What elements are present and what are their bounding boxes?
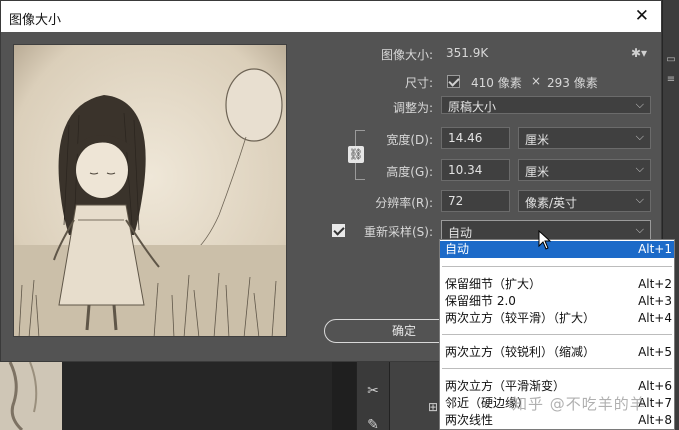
menu-item-preserve-details-2[interactable]: 保留细节 2.0 Alt+3 — [440, 293, 674, 310]
width-unit-select[interactable]: 厘米 ⌵ — [518, 127, 651, 149]
menu-item-label: 两次线性 — [445, 413, 494, 427]
menu-item-label: 两次立方（较平滑）（扩大） — [445, 311, 596, 325]
scissors-tool-icon[interactable]: ✂ — [362, 380, 384, 402]
editor-canvas-fragment — [0, 362, 62, 430]
chevron-down-icon: ⌵ — [635, 162, 644, 175]
resample-label: 重新采样(S): — [363, 225, 433, 239]
menu-item-auto[interactable]: 自动 Alt+1 — [440, 241, 674, 258]
height-unit-select[interactable]: 厘米 ⌵ — [518, 159, 651, 181]
chain-link-icon[interactable]: ⛓ — [348, 146, 364, 163]
dialog-titlebar: 图像大小 ✕ — [1, 1, 661, 32]
height-unit: 厘米 — [525, 165, 550, 179]
menu-item-preserve-details-enlarge[interactable]: 保留细节（扩大） Alt+2 — [440, 276, 674, 293]
menu-item-shortcut: Alt+8 — [638, 413, 672, 427]
width-unit: 厘米 — [525, 133, 550, 147]
menu-item-label: 两次立方（较锐利）（缩减） — [445, 345, 596, 359]
dimensions-height: 293 像素 — [547, 76, 598, 90]
width-label: 宽度(D): — [386, 133, 433, 147]
close-icon[interactable]: ✕ — [635, 6, 649, 26]
chevron-down-icon: ⌵ — [635, 223, 644, 236]
image-preview[interactable] — [13, 44, 287, 337]
menu-item-label: 两次立方（平滑渐变） — [445, 379, 566, 393]
height-input[interactable]: 10.34 — [441, 159, 510, 181]
menu-item-bilinear[interactable]: 两次线性 Alt+8 — [440, 412, 674, 429]
panel-menu-icon[interactable]: ≡ — [665, 74, 677, 86]
panel-tab-icon[interactable]: ▭ — [665, 54, 677, 66]
editor-scroll-strip — [332, 362, 356, 430]
menu-item-shortcut: Alt+4 — [638, 311, 672, 325]
dialog-title: 图像大小 — [9, 13, 62, 28]
menu-item-bicubic-smoother[interactable]: 两次立方（较平滑）（扩大） Alt+4 — [440, 310, 674, 327]
resolution-value: 72 — [448, 194, 464, 208]
image-size-label: 图像大小: — [380, 48, 433, 62]
mouse-cursor-icon — [538, 230, 552, 250]
resample-value: 自动 — [448, 226, 473, 240]
chevron-down-icon: ⌵ — [635, 193, 644, 206]
menu-item-bicubic-sharper[interactable]: 两次立方（较锐利）（缩减） Alt+5 — [440, 344, 674, 361]
dimensions-label: 尺寸: — [404, 76, 433, 90]
menu-separator — [442, 334, 672, 335]
menu-item-label: 保留细节 2.0 — [445, 294, 516, 308]
menu-item-shortcut: Alt+3 — [638, 294, 672, 308]
height-label: 高度(G): — [386, 165, 433, 179]
fit-to-value: 原稿大小 — [448, 100, 497, 114]
menu-item-shortcut: Alt+5 — [638, 345, 672, 359]
menu-separator — [442, 368, 672, 369]
gear-icon[interactable]: ✱▾ — [631, 46, 647, 60]
resolution-unit: 像素/英寸 — [525, 196, 578, 210]
image-size-value: 351.9K — [446, 46, 489, 60]
resolution-unit-select[interactable]: 像素/英寸 ⌵ — [518, 190, 651, 212]
chevron-down-icon: ⌵ — [635, 98, 644, 111]
dimensions-separator: × — [531, 74, 542, 88]
fit-to-select[interactable]: 原稿大小 ⌵ — [441, 96, 651, 114]
menu-item-label: 自动 — [445, 242, 470, 256]
resolution-input[interactable]: 72 — [441, 190, 510, 212]
chevron-down-icon: ⌵ — [635, 130, 644, 143]
width-input[interactable]: 14.46 — [441, 127, 510, 149]
resolution-label: 分辨率(R): — [375, 196, 433, 210]
menu-item-label: 保留细节（扩大） — [445, 277, 542, 291]
width-value: 14.46 — [448, 131, 483, 145]
menu-separator — [442, 266, 672, 267]
pen-tool-icon[interactable]: ✎ — [362, 414, 384, 430]
dimensions-width: 410 像素 — [471, 76, 522, 90]
menu-item-shortcut: Alt+1 — [638, 242, 672, 256]
watermark-text: 知乎 @不吃羊的羊 — [512, 395, 646, 413]
layout-icon[interactable]: ⊞ — [428, 400, 438, 414]
fit-to-label: 调整为: — [392, 101, 433, 115]
menu-item-shortcut: Alt+2 — [638, 277, 672, 291]
height-value: 10.34 — [448, 163, 483, 177]
dimensions-dropdown-toggle[interactable] — [447, 75, 460, 88]
